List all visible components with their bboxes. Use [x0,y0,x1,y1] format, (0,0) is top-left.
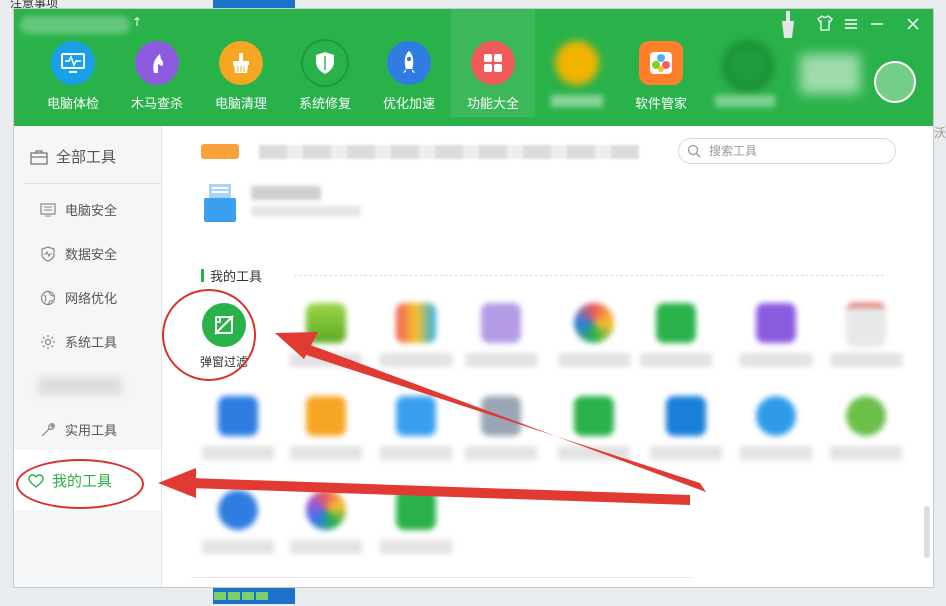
sidebar-item-data-security[interactable]: 数据安全 [39,244,117,263]
sidebar-item-label: 系统工具 [65,336,118,351]
annotation-circle [162,289,256,381]
sidebar-all-tools[interactable]: 全部工具 [30,146,116,167]
close-icon[interactable] [902,15,924,37]
tool-blurred[interactable] [736,303,816,383]
tool-blurred[interactable] [636,303,716,383]
tool-blurred[interactable] [826,303,906,383]
menu-icon[interactable] [840,15,862,37]
background-side-text: 沃 [933,126,946,140]
globe-icon [39,289,57,307]
tool-blurred[interactable] [554,396,634,476]
app-window: ↑ 电脑体检 木马查杀 电脑清理 系统修复 优化加速 功能大全 软件管家 全部工… [14,9,933,587]
sidebar-item-system-tools[interactable]: 系统工具 [39,332,117,351]
featured-desc [251,206,361,216]
search-icon [687,144,701,158]
tool-blurred[interactable] [376,303,456,383]
nav-label: 优化加速 [382,97,435,112]
background-taskbar [213,587,295,604]
tool-blurred[interactable] [646,396,726,476]
minimize-icon[interactable] [866,15,888,37]
nav-software-manager[interactable]: 软件管家 [619,9,703,117]
toolbox-icon [30,149,48,165]
horse-icon [135,41,179,85]
folder-tool-icon[interactable] [203,182,237,224]
monitor-list-icon [39,201,57,219]
shield-pulse-icon [39,245,57,263]
shirt-icon[interactable] [814,15,836,37]
tool-blurred[interactable] [826,396,906,476]
tool-blurred[interactable] [376,490,456,570]
divider [191,577,691,578]
sidebar-item-network[interactable]: 网络优化 [39,288,117,307]
sidebar-item-blurred[interactable] [38,377,122,395]
divider [24,183,161,184]
grid-icon [471,41,515,85]
nav-label: 电脑清理 [214,97,267,112]
nav-label: 电脑体检 [46,97,99,112]
tool-blurred[interactable] [461,396,541,476]
scrollbar[interactable] [924,506,930,558]
top-bar: ↑ 电脑体检 木马查杀 电脑清理 系统修复 优化加速 功能大全 软件管家 [14,9,933,126]
wrench-icon [39,421,57,439]
sidebar-item-label: 网络优化 [65,292,118,307]
tool-blurred[interactable] [286,490,366,570]
annotation-circle [16,459,144,509]
nav-label: 系统修复 [298,97,351,112]
nav-label: 软件管家 [634,97,687,112]
nav-all-features[interactable]: 功能大全 [451,9,535,117]
tool-blurred[interactable] [554,303,634,383]
sidebar-all-tools-label: 全部工具 [56,148,117,166]
sidebar-item-label: 实用工具 [65,424,118,439]
banner-text [259,145,639,159]
main-content: 我的工具 弹窗过滤 [161,126,933,587]
shield-icon [303,41,347,85]
tool-blurred[interactable] [286,396,366,476]
section-title: 我的工具 [201,266,262,285]
nav-blurred-1[interactable] [535,9,619,117]
tool-blurred[interactable] [198,396,278,476]
tool-blurred[interactable] [286,303,366,383]
search-box[interactable] [678,138,896,164]
banner-tag [201,144,239,159]
nav-label: 功能大全 [466,97,519,112]
broom-icon [219,41,263,85]
background-window-edge [213,0,295,8]
section-divider [294,275,884,276]
sidebar-item-label: 电脑安全 [65,204,118,219]
monitor-icon [51,41,95,85]
nav-label: 木马查杀 [130,97,183,112]
tool-blurred[interactable] [198,490,278,570]
tool-blurred[interactable] [461,303,541,383]
search-input[interactable] [707,143,881,159]
nav-blurred-2[interactable] [703,9,787,117]
tool-blurred[interactable] [376,396,456,476]
nav-pc-checkup[interactable]: 电脑体检 [31,9,115,117]
sidebar-item-utility-tools[interactable]: 实用工具 [39,420,117,439]
gear-icon [39,333,57,351]
blurred-icon [723,41,773,91]
nav-speedup[interactable]: 优化加速 [367,9,451,117]
nav-trojan-scan[interactable]: 木马查杀 [115,9,199,117]
apps-icon [639,41,683,85]
sidebar: 全部工具 电脑安全 数据安全 网络优化 系统工具 实用工具 我的工具 [14,126,162,587]
sidebar-item-label: 数据安全 [65,248,118,263]
sidebar-item-pc-security[interactable]: 电脑安全 [39,200,117,219]
nav-pc-cleanup[interactable]: 电脑清理 [199,9,283,117]
user-name [800,54,860,94]
avatar[interactable] [874,61,916,103]
nav-system-repair[interactable]: 系统修复 [283,9,367,117]
tool-blurred[interactable] [736,396,816,476]
blurred-icon [555,41,599,85]
featured-title [251,186,321,200]
rocket-icon [387,41,431,85]
